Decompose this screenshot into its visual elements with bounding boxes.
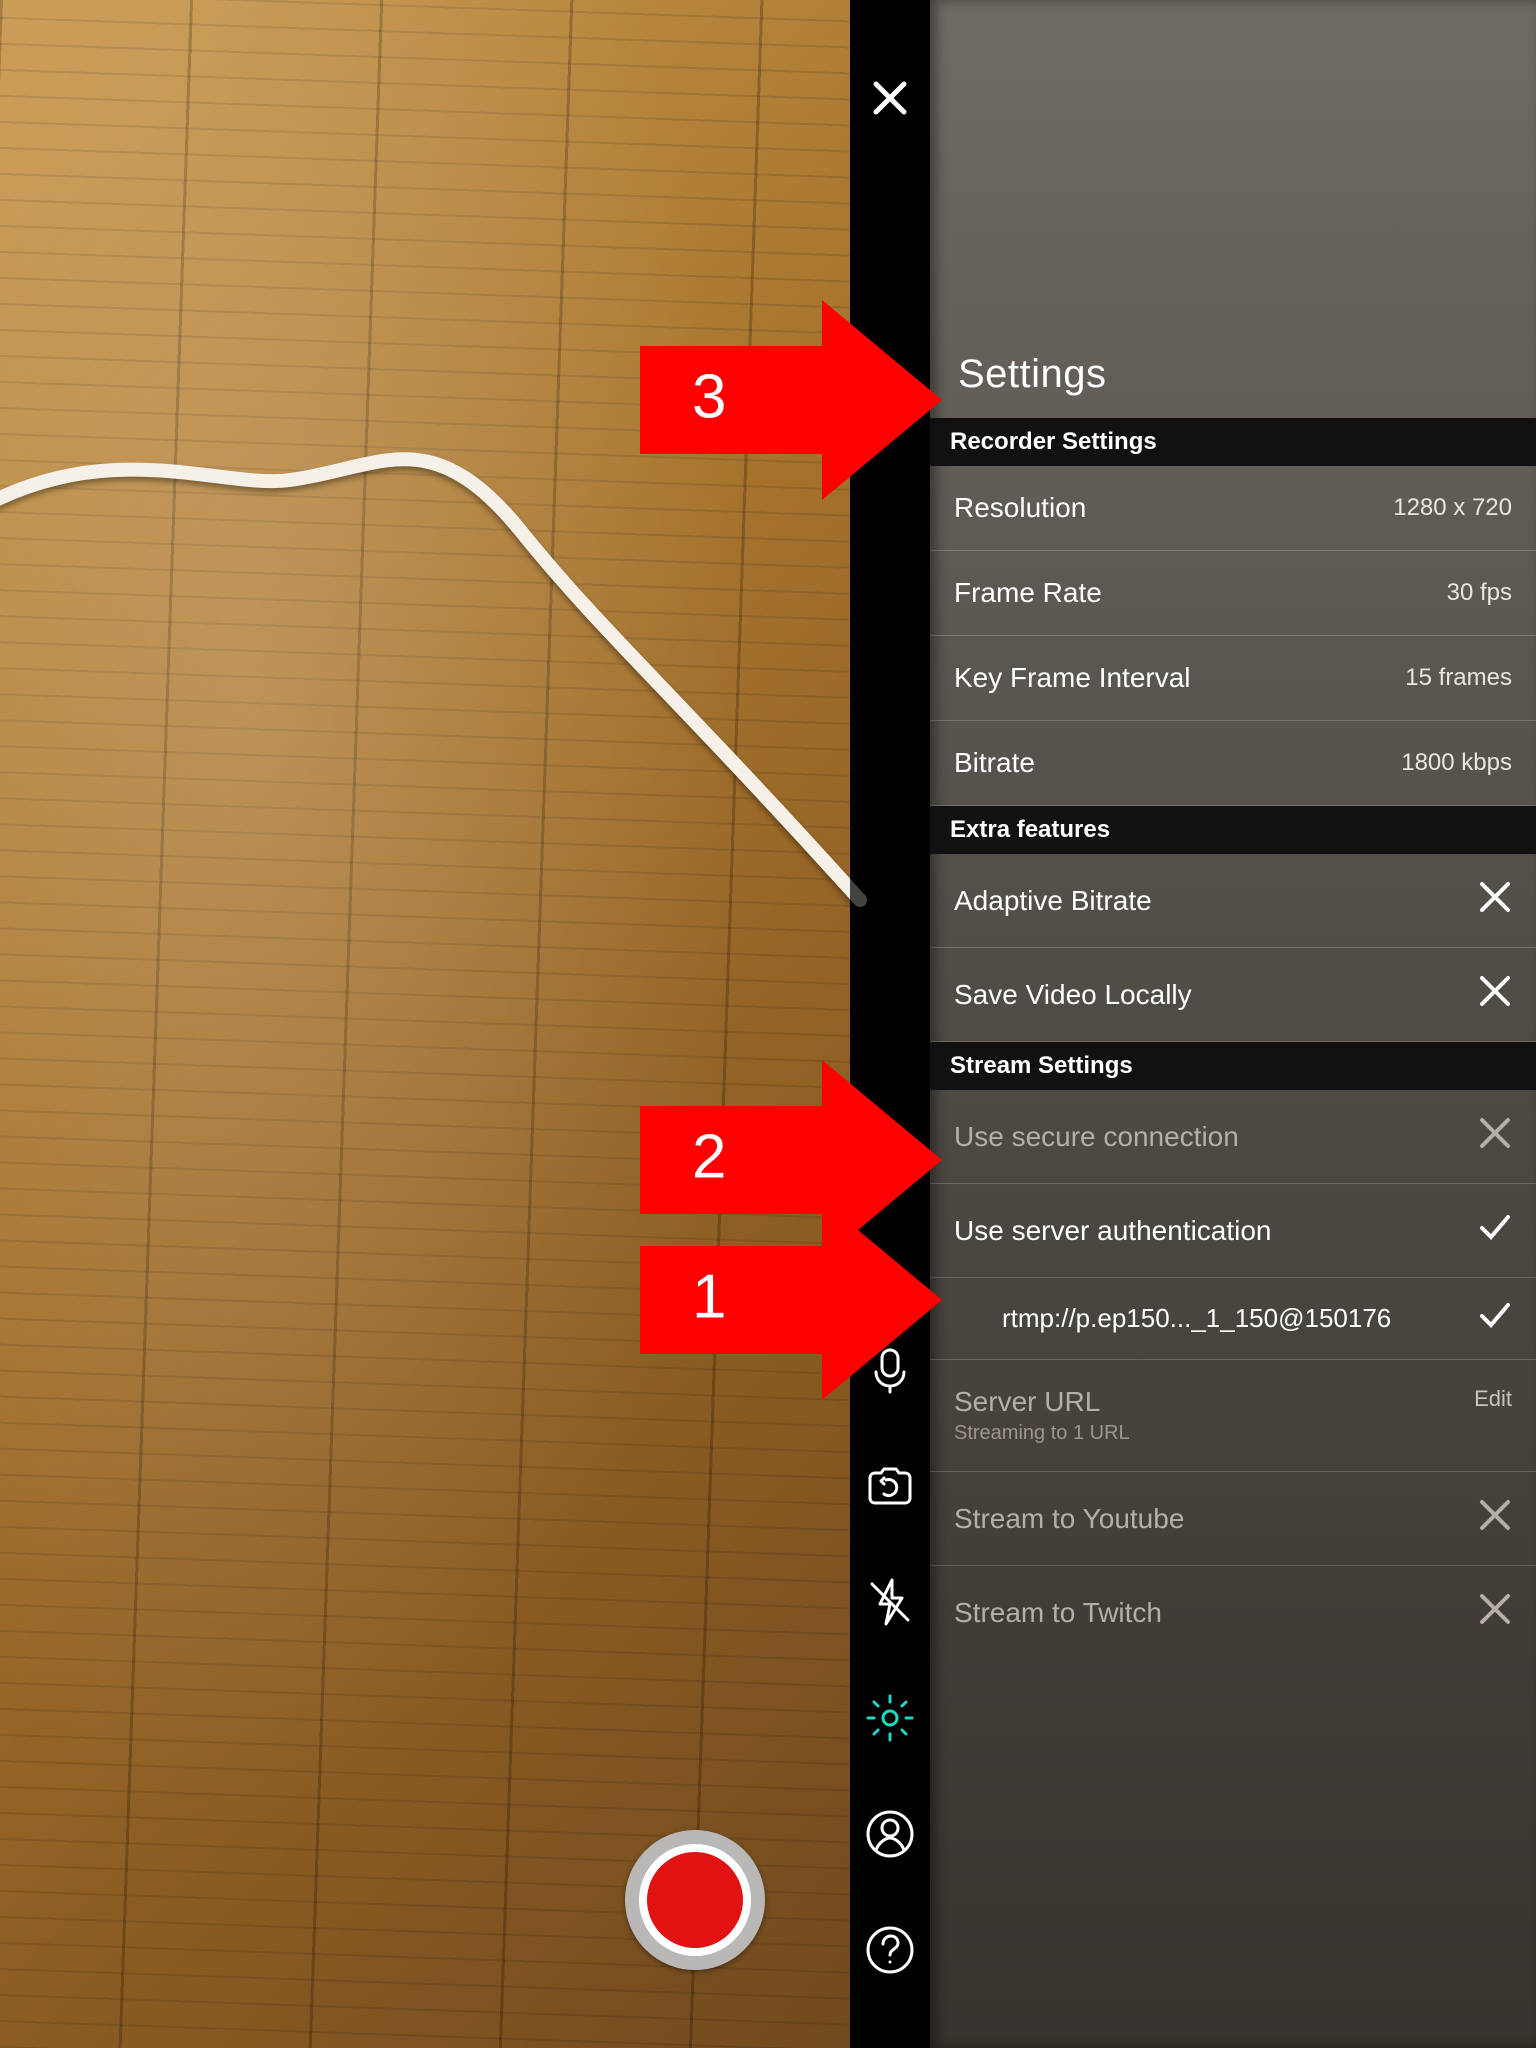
row-bitrate[interactable]: Bitrate 1800 kbps: [930, 721, 1536, 806]
section-header-stream: Stream Settings: [930, 1042, 1536, 1090]
panel-title: Settings: [958, 352, 1107, 397]
settings-gear-icon[interactable]: [860, 1688, 920, 1748]
row-server-authentication[interactable]: Use server authentication: [930, 1184, 1536, 1278]
close-icon[interactable]: [860, 68, 920, 128]
row-label: Use server authentication: [954, 1215, 1272, 1247]
settings-panel: Settings Recorder Settings Resolution 12…: [930, 0, 1536, 2048]
row-resolution[interactable]: Resolution 1280 x 720: [930, 466, 1536, 551]
row-label: Adaptive Bitrate: [954, 885, 1152, 917]
row-label: Use secure connection: [954, 1121, 1239, 1153]
row-label: Key Frame Interval: [954, 662, 1191, 694]
x-icon: [1478, 1498, 1512, 1539]
row-stream-youtube[interactable]: Stream to Youtube: [930, 1472, 1536, 1566]
check-icon: [1478, 1298, 1512, 1339]
row-value: 1280 x 720: [1393, 494, 1512, 522]
row-sublabel: Streaming to 1 URL: [954, 1422, 1130, 1445]
row-label: Stream to Youtube: [954, 1503, 1184, 1535]
mic-icon[interactable]: [860, 1340, 920, 1400]
tool-strip: [850, 0, 930, 2048]
row-value: 15 frames: [1405, 664, 1512, 692]
row-stream-twitch[interactable]: Stream to Twitch: [930, 1566, 1536, 1659]
cable-graphic: [0, 400, 960, 920]
row-label: Frame Rate: [954, 577, 1102, 609]
x-icon: [1478, 974, 1512, 1015]
record-button-inner: [647, 1852, 743, 1948]
x-icon: [1478, 1116, 1512, 1157]
row-label: Stream to Twitch: [954, 1597, 1162, 1629]
row-adaptive-bitrate[interactable]: Adaptive Bitrate: [930, 854, 1536, 948]
row-label: Save Video Locally: [954, 979, 1192, 1011]
row-value: 30 fps: [1447, 579, 1512, 607]
profile-icon[interactable]: [860, 1804, 920, 1864]
row-rtmp-url[interactable]: rtmp://p.ep150..._1_150@150176: [930, 1278, 1536, 1360]
row-label: Resolution: [954, 492, 1086, 524]
x-icon: [1478, 1592, 1512, 1633]
flash-off-icon[interactable]: [860, 1572, 920, 1632]
row-framerate[interactable]: Frame Rate 30 fps: [930, 551, 1536, 636]
section-header-extra: Extra features: [930, 806, 1536, 854]
row-secure-connection[interactable]: Use secure connection: [930, 1090, 1536, 1184]
row-save-video-locally[interactable]: Save Video Locally: [930, 948, 1536, 1042]
switch-camera-icon[interactable]: [860, 1456, 920, 1516]
row-value: 1800 kbps: [1401, 749, 1512, 777]
help-icon[interactable]: [860, 1920, 920, 1980]
record-button[interactable]: [625, 1830, 765, 1970]
check-icon: [1478, 1210, 1512, 1251]
section-header-recorder: Recorder Settings: [930, 418, 1536, 466]
row-label: rtmp://p.ep150..._1_150@150176: [1002, 1303, 1391, 1334]
row-label: Bitrate: [954, 747, 1035, 779]
row-server-url[interactable]: Server URL Streaming to 1 URL Edit: [930, 1360, 1536, 1472]
row-keyframe[interactable]: Key Frame Interval 15 frames: [930, 636, 1536, 721]
x-icon: [1478, 880, 1512, 921]
row-label: Server URL: [954, 1386, 1130, 1418]
camera-preview[interactable]: [0, 0, 850, 2048]
edit-button[interactable]: Edit: [1474, 1386, 1512, 1412]
